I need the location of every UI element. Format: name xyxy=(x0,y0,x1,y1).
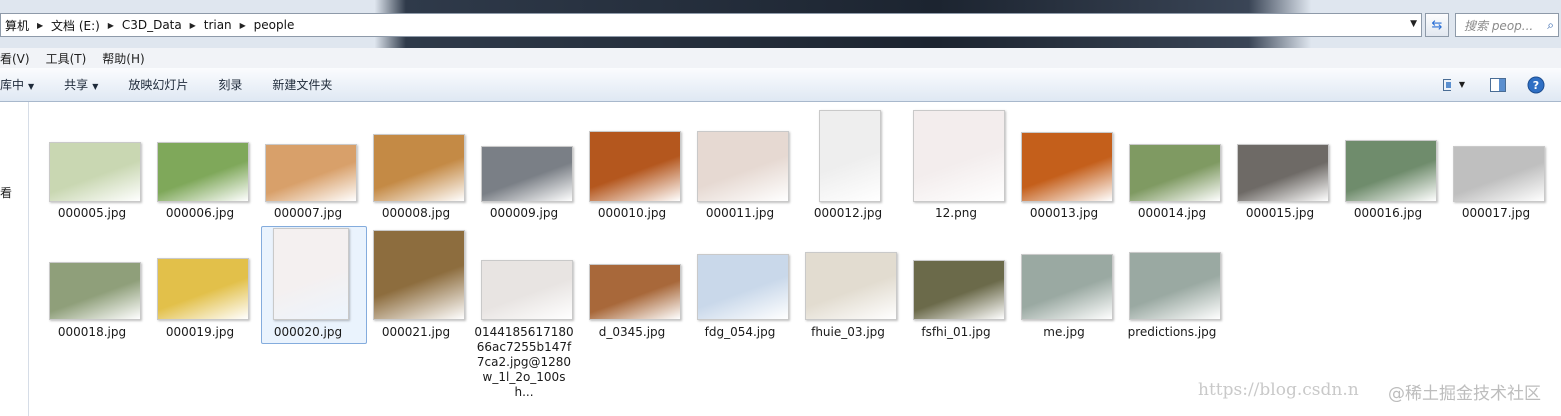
photo-wolf-icon[interactable] xyxy=(1237,144,1329,202)
breadcrumb-drive[interactable]: 文档 (E:) xyxy=(47,14,104,36)
photo-retina-icon[interactable] xyxy=(1021,132,1113,202)
photo-seal-icon[interactable] xyxy=(913,110,1005,202)
chevron-down-icon: ▼ xyxy=(1458,80,1465,89)
file-name[interactable]: 12.png xyxy=(904,206,1008,221)
file-name[interactable]: 000008.jpg xyxy=(364,206,468,221)
file-name[interactable]: 014418561718066ac7255b147f7ca2.jpg@1280w… xyxy=(474,325,574,400)
chevron-down-icon: ▼ xyxy=(28,82,35,91)
file-name[interactable]: 000016.jpg xyxy=(1336,206,1440,221)
file-name[interactable]: 000007.jpg xyxy=(256,206,360,221)
menu-tools[interactable]: 工具(T) xyxy=(38,50,95,67)
refresh-button[interactable]: ⇆ xyxy=(1425,13,1449,37)
chevron-right-icon[interactable]: ▶ xyxy=(236,14,250,36)
navigation-pane[interactable]: 看 xyxy=(0,102,29,416)
photo-leopard-icon[interactable] xyxy=(1453,146,1545,202)
search-icon[interactable]: ⌕ xyxy=(1547,18,1554,33)
address-dropdown-icon[interactable]: ▼ xyxy=(1410,19,1417,29)
file-name[interactable]: 000009.jpg xyxy=(472,206,576,221)
file-name[interactable]: 000011.jpg xyxy=(688,206,792,221)
photo-tiger-icon[interactable] xyxy=(157,142,249,202)
photo-bird-icon[interactable] xyxy=(157,258,249,320)
photo-retina-icon[interactable] xyxy=(589,131,681,202)
slideshow-button[interactable]: 放映幻灯片 xyxy=(113,76,203,93)
file-name[interactable]: d_0345.jpg xyxy=(580,325,684,340)
svg-text:?: ? xyxy=(1533,79,1539,92)
file-name[interactable]: 000012.jpg xyxy=(796,206,900,221)
file-list[interactable]: 000005.jpg 000006.jpg 000007.jpg 000008.jpg… xyxy=(29,102,1561,416)
photo-leopard-icon[interactable] xyxy=(373,230,465,320)
photo-seal-grid-icon[interactable] xyxy=(273,228,349,320)
photo-fox-icon[interactable] xyxy=(697,254,789,320)
file-name[interactable]: 000020.jpg xyxy=(256,325,360,340)
breadcrumb-people[interactable]: people xyxy=(250,14,299,36)
file-name[interactable]: predictions.jpg xyxy=(1120,325,1224,340)
file-name[interactable]: fhuie_03.jpg xyxy=(796,325,900,340)
photo-animal-icon[interactable] xyxy=(481,146,573,202)
file-name[interactable]: 000021.jpg xyxy=(364,325,468,340)
photo-dragonfly-icon[interactable] xyxy=(1345,140,1437,202)
share-button[interactable]: 共享 ▼ xyxy=(49,76,113,93)
photo-person-icon[interactable] xyxy=(819,110,881,202)
photo-horse-icon[interactable] xyxy=(1129,144,1221,202)
breadcrumb-computer[interactable]: 算机 xyxy=(1,14,33,36)
file-name[interactable]: 000005.jpg xyxy=(40,206,144,221)
photo-person-icon[interactable] xyxy=(1129,252,1221,320)
change-view-button[interactable]: ▼ xyxy=(1443,74,1465,96)
file-name[interactable]: 000019.jpg xyxy=(148,325,252,340)
chevron-down-icon: ▼ xyxy=(92,82,99,91)
photo-woman-icon[interactable] xyxy=(481,260,573,320)
file-name[interactable]: 000013.jpg xyxy=(1012,206,1116,221)
burn-button[interactable]: 刻录 xyxy=(203,76,257,93)
help-button[interactable]: ? xyxy=(1525,74,1547,96)
photo-elephants-icon[interactable] xyxy=(589,264,681,320)
search-input[interactable]: 搜索 peop... ⌕ xyxy=(1455,13,1559,37)
file-name[interactable]: 000010.jpg xyxy=(580,206,684,221)
photo-bear-icon[interactable] xyxy=(913,260,1005,320)
preview-pane-button[interactable] xyxy=(1487,74,1509,96)
file-name[interactable]: 000017.jpg xyxy=(1444,206,1548,221)
search-placeholder: 搜索 peop... xyxy=(1464,18,1534,33)
file-name[interactable]: 000015.jpg xyxy=(1228,206,1332,221)
new-folder-button[interactable]: 新建文件夹 xyxy=(257,76,347,93)
file-name[interactable]: 000014.jpg xyxy=(1120,206,1224,221)
menu-bar: 看(V) 工具(T) 帮助(H) xyxy=(0,48,1561,69)
help-icon: ? xyxy=(1527,76,1545,93)
photo-puppy-icon[interactable] xyxy=(265,144,357,202)
command-bar: 库中 ▼ 共享 ▼ 放映幻灯片 刻录 新建文件夹 ▼ ? xyxy=(0,68,1561,102)
organize-button[interactable]: 库中 ▼ xyxy=(0,76,49,93)
photo-dogs-icon[interactable] xyxy=(49,262,141,320)
photo-woman-icon[interactable] xyxy=(49,142,141,202)
file-name[interactable]: 000018.jpg xyxy=(40,325,144,340)
breadcrumb-c3d-data[interactable]: C3D_Data xyxy=(118,14,186,36)
file-name[interactable]: me.jpg xyxy=(1012,325,1116,340)
view-icon xyxy=(1443,78,1451,91)
menu-view[interactable]: 看(V) xyxy=(0,50,38,67)
share-label: 共享 xyxy=(64,78,89,92)
chevron-right-icon[interactable]: ▶ xyxy=(104,14,118,36)
photo-dogs-icon[interactable] xyxy=(373,134,465,202)
chevron-right-icon[interactable]: ▶ xyxy=(33,14,47,36)
file-name[interactable]: fdg_054.jpg xyxy=(688,325,792,340)
menu-help[interactable]: 帮助(H) xyxy=(94,50,152,67)
watermark-url: https://blog.csdn.n xyxy=(1198,380,1359,400)
watermark-text: @稀土掘金技术社区 xyxy=(1388,384,1541,404)
breadcrumb-trian[interactable]: trian xyxy=(200,14,236,36)
file-name[interactable]: 000006.jpg xyxy=(148,206,252,221)
photo-woman-icon[interactable] xyxy=(697,131,789,202)
refresh-icon: ⇆ xyxy=(1431,17,1443,33)
file-name[interactable]: fsfhi_01.jpg xyxy=(904,325,1008,340)
chevron-right-icon[interactable]: ▶ xyxy=(186,14,200,36)
organize-label: 库中 xyxy=(0,78,25,92)
preview-pane-icon xyxy=(1490,77,1506,92)
nav-item-label[interactable]: 看 xyxy=(0,184,12,201)
address-bar[interactable]: 算机 ▶ 文档 (E:) ▶ C3D_Data ▶ trian ▶ people… xyxy=(0,13,1422,37)
photo-puppy-icon[interactable] xyxy=(805,252,897,320)
photo-person-icon[interactable] xyxy=(1021,254,1113,320)
